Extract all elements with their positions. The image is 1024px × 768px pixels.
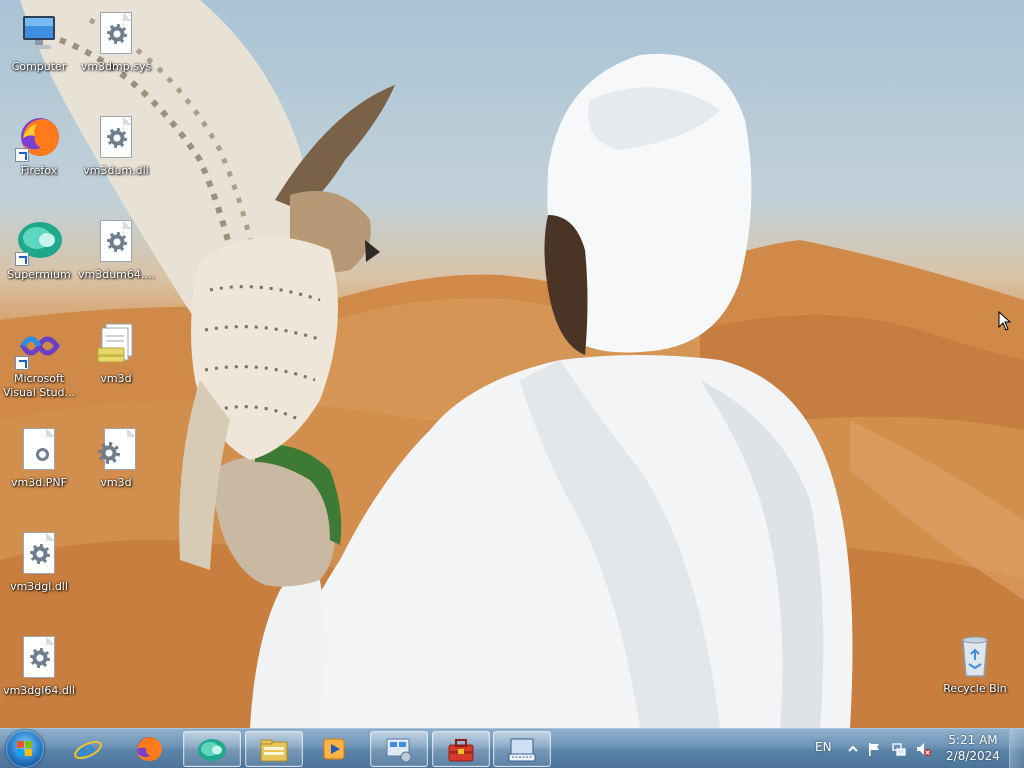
show-desktop-button[interactable] xyxy=(1009,729,1024,768)
desktop-icon-vm3dmp-sys[interactable]: vm3dmp.sys xyxy=(78,10,154,74)
clock[interactable]: 5:21 AM 2/8/2024 xyxy=(942,733,1004,763)
desktop-icon-label: vm3dum64.... xyxy=(78,268,155,281)
desktop-icon-vm3d-inf[interactable]: vm3d xyxy=(78,322,154,386)
show-hidden-icons-chevron-icon[interactable] xyxy=(845,741,861,757)
desktop-icon-label: Supermium xyxy=(7,268,71,281)
taskbar-item-devices[interactable] xyxy=(370,731,428,767)
pnf-file-icon xyxy=(15,426,63,474)
volume-muted-icon[interactable] xyxy=(915,741,931,757)
language-indicator[interactable]: EN xyxy=(815,740,832,754)
taskbar-item-on-screen-keyboard[interactable] xyxy=(493,731,551,767)
desktop-icon-visual-studio[interactable]: Microsoft Visual Stud... xyxy=(1,322,77,400)
visual-studio-icon xyxy=(15,322,63,370)
desktop-icon-label: Computer xyxy=(11,60,67,73)
desktop-icon-label: vm3dgl64.dll xyxy=(3,684,75,697)
toolbox-icon xyxy=(448,739,474,762)
folder-icon xyxy=(260,739,288,762)
desktop-icon-label: vm3d xyxy=(100,476,132,489)
dll-file-icon xyxy=(15,634,63,682)
dll-file-icon xyxy=(15,530,63,578)
start-button[interactable] xyxy=(6,730,44,768)
mouse-cursor-icon xyxy=(998,311,1012,331)
desktop-icon-vm3d-cat[interactable]: vm3d xyxy=(78,426,154,490)
recycle-bin-icon xyxy=(951,632,999,680)
system-file-icon xyxy=(92,10,140,58)
desktop-icon-vm3d-pnf[interactable]: vm3d.PNF xyxy=(1,426,77,490)
clock-time: 5:21 AM xyxy=(948,733,998,747)
desktop-icon-firefox[interactable]: Firefox xyxy=(1,114,77,178)
setup-info-icon xyxy=(92,322,140,370)
desktop-icon-label: vm3dum.dll xyxy=(83,164,149,177)
desktop-icon-label: Recycle Bin xyxy=(943,682,1007,695)
dll-file-icon xyxy=(92,114,140,162)
desktop-icon-label: vm3dgl.dll xyxy=(10,580,68,593)
supermium-icon xyxy=(15,218,63,266)
desktop-icon-vm3dgl64-dll[interactable]: vm3dgl64.dll xyxy=(1,634,77,698)
desktop-icon-label: vm3d.PNF xyxy=(11,476,67,489)
taskbar: e EN 5:21 AM 2/8/2024 xyxy=(0,728,1024,768)
supermium-icon xyxy=(198,739,226,761)
taskbar-item-firefox[interactable] xyxy=(121,731,179,767)
taskbar-item-internet-explorer[interactable]: e xyxy=(60,731,118,767)
firefox-icon xyxy=(137,737,162,761)
desktop-icon-recycle-bin[interactable]: Recycle Bin xyxy=(937,632,1013,696)
catalog-file-icon xyxy=(92,426,140,474)
computer-icon xyxy=(15,10,63,58)
desktop-icon-computer[interactable]: Computer xyxy=(1,10,77,74)
keyboard-icon xyxy=(508,738,536,762)
action-center-flag-icon[interactable] xyxy=(866,741,882,757)
taskbar-item-toolbox[interactable] xyxy=(432,731,490,767)
desktop-icon-supermium[interactable]: Supermium xyxy=(1,218,77,282)
desktop-icon-vm3dgl-dll[interactable]: vm3dgl.dll xyxy=(1,530,77,594)
taskbar-item-media-player[interactable] xyxy=(306,731,364,767)
dll-file-icon xyxy=(92,218,140,266)
desktop-icon-label: vm3d xyxy=(100,372,132,385)
taskbar-item-windows-explorer[interactable] xyxy=(245,731,303,767)
desktop-icon-label: Firefox xyxy=(20,164,58,177)
desktop-icon-label: Microsoft Visual Stud... xyxy=(2,372,76,399)
taskbar-item-supermium[interactable] xyxy=(183,731,241,767)
firefox-icon xyxy=(15,114,63,162)
windows-logo-icon xyxy=(17,741,33,757)
desktop-icon-vm3dum64-dll[interactable]: vm3dum64.... xyxy=(78,218,155,282)
devices-icon xyxy=(386,738,412,763)
desktop-icon-label: vm3dmp.sys xyxy=(80,60,152,73)
media-player-icon xyxy=(323,738,345,760)
clock-date: 2/8/2024 xyxy=(946,749,1000,763)
desktop-icon-vm3dum-dll[interactable]: vm3dum.dll xyxy=(78,114,154,178)
internet-explorer-icon: e xyxy=(74,736,102,763)
network-icon[interactable] xyxy=(891,741,907,757)
